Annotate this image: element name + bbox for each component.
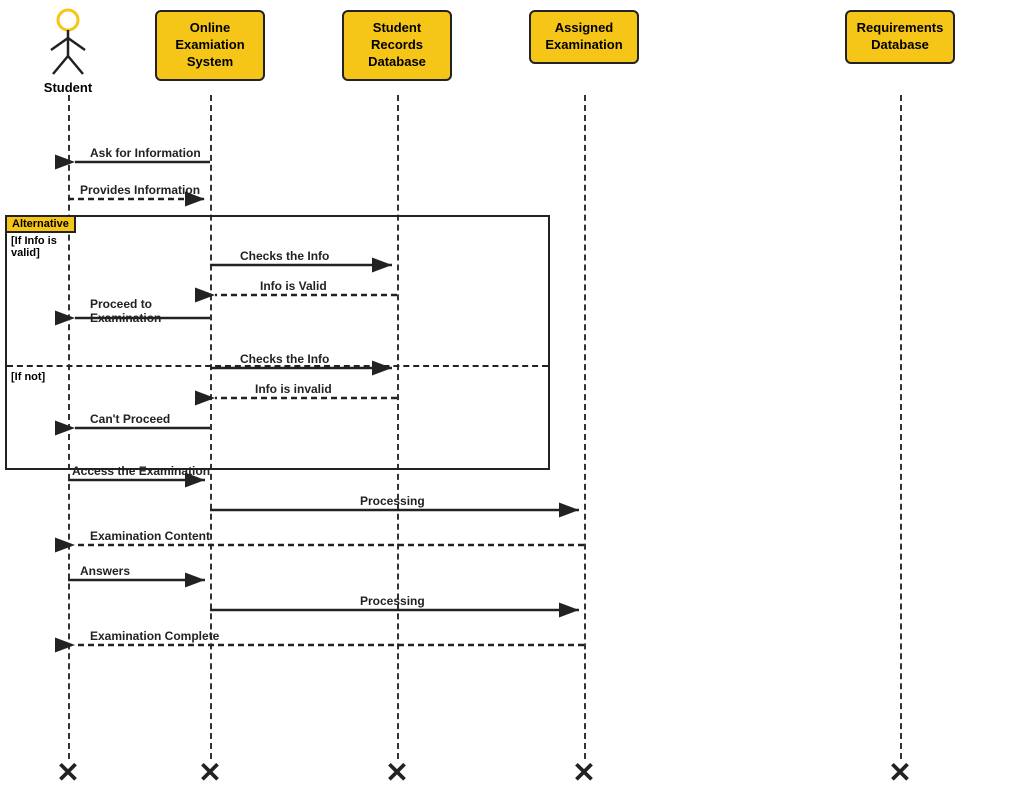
lifeline-ae: [584, 95, 586, 759]
lifeline-box-rd: RequirementsDatabase: [845, 10, 955, 64]
svg-text:Examination Content: Examination Content: [90, 529, 210, 543]
terminator-ae: ✕: [572, 756, 595, 789]
alt-divider: [7, 365, 548, 367]
svg-text:Examination Complete: Examination Complete: [90, 629, 220, 643]
actor-student: Student: [38, 8, 98, 95]
lifeline-box-oes: OnlineExamiationSystem: [155, 10, 265, 81]
alt-condition1: [If Info isvalid]: [11, 235, 57, 259]
sequence-diagram: Student OnlineExamiationSystem StudentRe…: [0, 0, 1024, 799]
svg-text:Processing: Processing: [360, 594, 425, 608]
alt-label: Alternative: [5, 215, 76, 233]
lifeline-box-srd: StudentRecordsDatabase: [342, 10, 452, 81]
lifeline-box-ae: AssignedExamination: [529, 10, 639, 64]
actor-student-label: Student: [38, 80, 98, 95]
terminator-srd: ✕: [385, 756, 408, 789]
terminator-oes: ✕: [198, 756, 221, 789]
svg-text:Processing: Processing: [360, 494, 425, 508]
lifeline-rd: [900, 95, 902, 759]
svg-text:Provides Information: Provides Information: [80, 183, 200, 197]
alt-frame: Alternative [If Info isvalid] [If not]: [5, 215, 550, 470]
alt-condition2: [If not]: [11, 371, 45, 383]
svg-text:Ask for Information: Ask for Information: [90, 146, 201, 160]
terminator-student: ✕: [56, 756, 79, 789]
terminator-rd: ✕: [888, 756, 911, 789]
svg-text:Answers: Answers: [80, 564, 130, 578]
